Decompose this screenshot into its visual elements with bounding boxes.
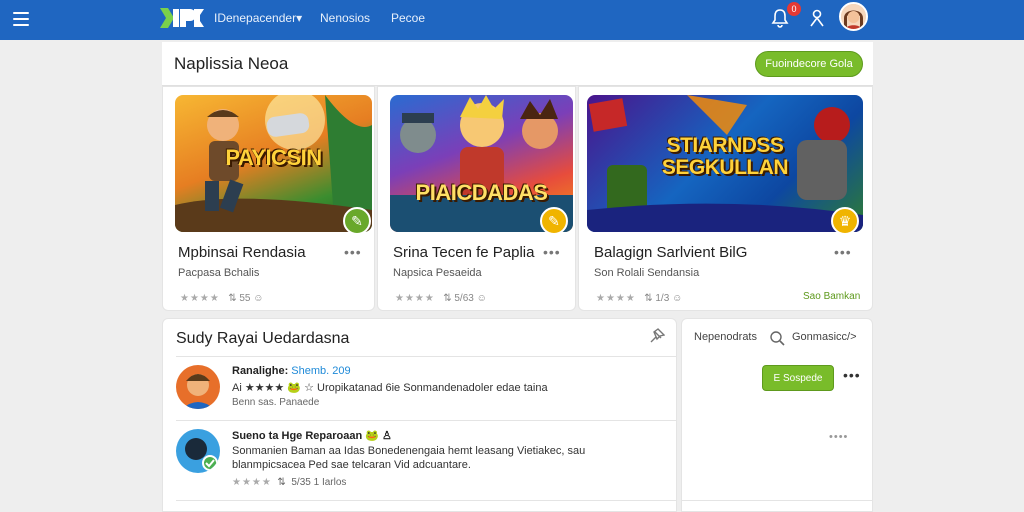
card-meta: ★★★★ ⇅ 1/3 ☺	[596, 293, 682, 304]
more-options-icon[interactable]: •••	[344, 244, 362, 260]
pin-icon[interactable]	[649, 328, 665, 344]
game-thumbnail[interactable]: STIARNDSS SEGKULLAN	[587, 95, 863, 232]
sort-icon: ⇅	[228, 293, 237, 304]
rating-stars: ★★★★	[232, 477, 272, 488]
primary-action-button[interactable]: Fuoindecore Gola	[755, 51, 863, 77]
game-thumbnail-title: STIARNDSS SEGKULLAN	[661, 134, 789, 179]
card-title[interactable]: Srina Tecen fe Paplia	[393, 244, 534, 261]
card-tag-link[interactable]: Sao Bamkan	[803, 291, 860, 302]
more-options-icon[interactable]: •••	[834, 244, 852, 260]
side-panel-link[interactable]: Gonmasicc/>	[792, 331, 857, 343]
rating-stars: ★★★★	[180, 293, 220, 304]
side-action-button[interactable]: E Sospede	[762, 365, 834, 391]
feed-title: Sudy Rayai Uedardasna	[176, 330, 350, 347]
sort-icon: ⇅	[443, 293, 452, 304]
more-options-icon-2[interactable]: ••••	[829, 431, 848, 443]
feed-post[interactable]: Ranalighe: Shemb. 209 Ai ★★★★ 🐸 ☆ Uropik…	[176, 365, 666, 413]
card-title[interactable]: Balagign Sarlvient BilG	[594, 244, 747, 261]
top-navigation-bar: IDenepacender▾ Nenosios Pecoe 0	[0, 0, 1024, 40]
game-card-2[interactable]: PIAICDADAS ✎ Srina Tecen fe Paplia ••• N…	[377, 86, 576, 311]
post-text-line2: blanmpicsacea Ped sae telcaran Vid adcua…	[232, 459, 471, 471]
activity-feed: Sudy Rayai Uedardasna Ranalighe: Shemb. …	[162, 318, 677, 512]
divider	[176, 500, 676, 501]
post-text: Ai ★★★★ 🐸 ☆ Uropikatanad 6ie Sonmandenad…	[232, 382, 548, 394]
post-footer: ★★★★ ⇅ 5/35 1 Iarlos	[232, 477, 346, 488]
card-subtitle: Pacpasa Bchalis	[178, 267, 260, 279]
card-meta: ★★★★ ⇅ 5/63 ☺	[395, 293, 487, 304]
card-title[interactable]: Mpbinsai Rendasia	[178, 244, 306, 261]
divider	[682, 500, 872, 501]
post-avatar[interactable]	[176, 365, 220, 409]
side-panel: Nepenodrats Gonmasicc/> E Sospede ••• ••…	[681, 318, 873, 512]
game-thumbnail-title: PIAICDADAS	[415, 180, 548, 205]
post-author-name[interactable]: Sueno ta Hge Reparoaan 🐸 ♙	[232, 429, 392, 442]
meta-value: 55	[239, 293, 251, 304]
card-subtitle: Napsica Pesaeida	[393, 267, 482, 279]
card-subtitle: Son Rolali Sendansia	[594, 267, 700, 279]
post-text: Sonmanien Baman aa Idas Bonedenengaia he…	[232, 445, 586, 457]
game-thumbnail-title: PAYICSIN	[225, 145, 322, 170]
game-card-1[interactable]: PAYICSIN ✎ Mpbinsai Rendasia ••• Pacpasa…	[162, 86, 375, 311]
more-options-icon[interactable]: •••	[843, 367, 861, 383]
divider	[176, 420, 676, 421]
hamburger-icon[interactable]	[13, 12, 29, 26]
divider	[176, 356, 676, 357]
sort-icon: ⇅	[277, 477, 286, 488]
favorite-icon[interactable]: ✎	[343, 207, 371, 235]
user-avatar[interactable]	[839, 2, 868, 31]
person-icon[interactable]	[808, 8, 826, 28]
smile-icon: ☺	[672, 293, 683, 304]
workspace-name: IDenepacender	[214, 11, 297, 25]
rating-stars: ★★★★	[395, 293, 435, 304]
meta-value: 5/63	[454, 293, 474, 304]
side-panel-label: Nepenodrats	[694, 331, 757, 343]
card-meta: ★★★★ ⇅ 55 ☺	[180, 293, 264, 304]
smile-icon: ☺	[253, 293, 264, 304]
sort-icon: ⇅	[644, 293, 653, 304]
feed-post[interactable]: Sueno ta Hge Reparoaan 🐸 ♙ Sonmanien Bam…	[176, 429, 666, 499]
page-title: Naplissia Neoa	[174, 54, 289, 73]
app-logo[interactable]	[158, 6, 206, 30]
more-options-icon[interactable]: •••	[543, 244, 561, 260]
workspace-dropdown[interactable]: IDenepacender▾	[214, 11, 302, 25]
favorite-icon[interactable]: ♛	[831, 207, 859, 235]
meta-value: 1/3	[655, 293, 670, 304]
game-thumbnail[interactable]: PAYICSIN	[175, 95, 372, 232]
chevron-down-icon: ▾	[296, 11, 303, 25]
search-icon[interactable]	[769, 330, 785, 346]
nav-item-2[interactable]: Pecoe	[391, 11, 425, 25]
favorite-icon[interactable]: ✎	[540, 207, 568, 235]
post-meta: 5/35 1 Iarlos	[291, 477, 347, 488]
nav-item-1[interactable]: Nenosios	[320, 11, 370, 25]
smile-icon: ☺	[476, 293, 487, 304]
rating-stars: ★★★★	[596, 293, 636, 304]
post-tag[interactable]: Shemb. 209	[291, 365, 350, 377]
post-footer: Benn sas. Panaede	[232, 397, 320, 408]
post-author-name: Ranalighe:	[232, 365, 289, 377]
post-avatar[interactable]	[176, 429, 220, 473]
page-header: Naplissia Neoa Fuoindecore Gola	[162, 42, 873, 86]
post-author[interactable]: Ranalighe: Shemb. 209	[232, 365, 351, 377]
game-card-3[interactable]: STIARNDSS SEGKULLAN ♛ Balagign Sarlvient…	[578, 86, 873, 311]
notification-badge: 0	[787, 2, 801, 16]
